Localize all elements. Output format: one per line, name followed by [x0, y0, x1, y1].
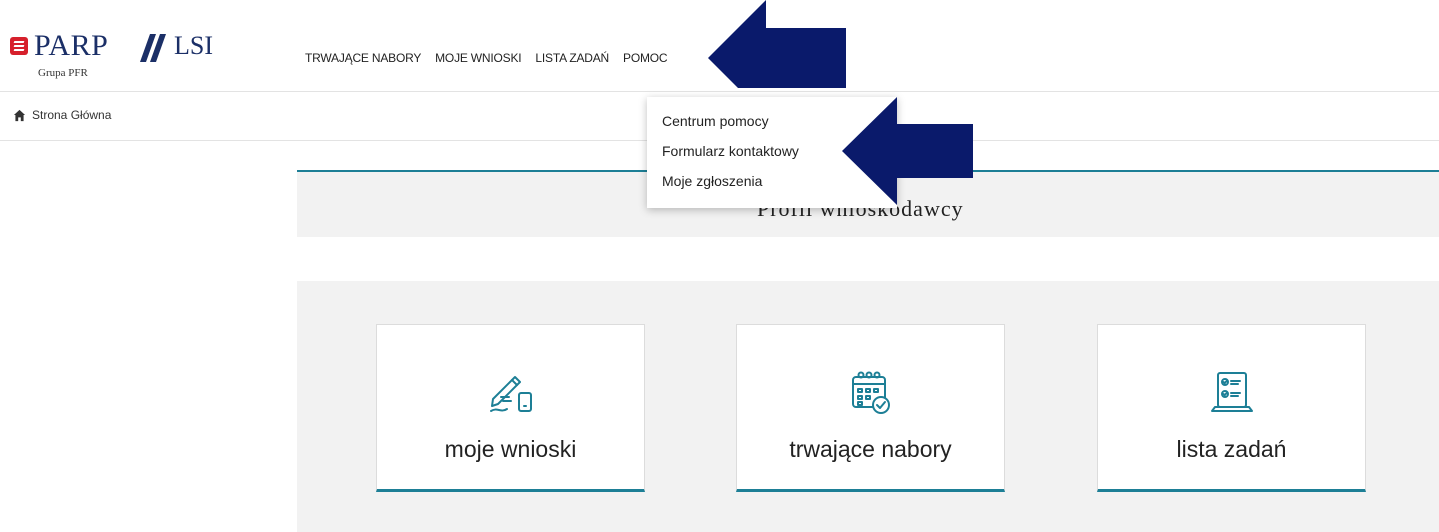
page: PARP LSI Grupa PFR TRWAJĄCE NABORY MOJE … [0, 0, 1439, 532]
tile-label: moje wnioski [444, 436, 577, 462]
tile-trwajace-nabory[interactable]: trwające nabory [736, 324, 1005, 492]
arrow-pointing-left-icon [842, 97, 973, 205]
nav-item-lista-zadan[interactable]: LISTA ZADAŃ [535, 51, 609, 65]
breadcrumb-home-label: Strona Główna [32, 108, 112, 122]
logo-brand-text: PARP [34, 29, 109, 62]
tile-label: lista zadań [1176, 436, 1287, 462]
parp-lsi-logo[interactable]: PARP LSI Grupa PFR [10, 29, 213, 90]
breadcrumb-home-link[interactable]: Strona Główna [13, 108, 111, 122]
calendar-check-icon [851, 371, 890, 414]
main-nav: TRWAJĄCE NABORY MOJE WNIOSKI LISTA ZADAŃ… [305, 51, 668, 65]
signing-icon [489, 376, 532, 412]
home-icon [13, 109, 26, 121]
checklist-laptop-icon [1210, 372, 1253, 412]
logo-group-text: Grupa PFR [38, 67, 88, 79]
tile-label: trwające nabory [789, 436, 952, 462]
tile-lista-zadan[interactable]: lista zadań [1097, 324, 1366, 492]
parp-logo-mark-icon [10, 37, 28, 55]
logo-product-text: LSI [174, 31, 213, 60]
tile-moje-wnioski[interactable]: moje wnioski [376, 324, 645, 492]
nav-item-trwajace-nabory[interactable]: TRWAJĄCE NABORY [305, 51, 421, 65]
dashboard-tiles: moje wnioski trwające nabory lista zadań [297, 281, 1439, 532]
arrow-pointing-left-icon [708, 0, 846, 88]
logo-double-slash-icon [140, 34, 166, 62]
nav-item-moje-wnioski[interactable]: MOJE WNIOSKI [435, 51, 521, 65]
nav-item-pomoc[interactable]: POMOC [623, 51, 668, 65]
